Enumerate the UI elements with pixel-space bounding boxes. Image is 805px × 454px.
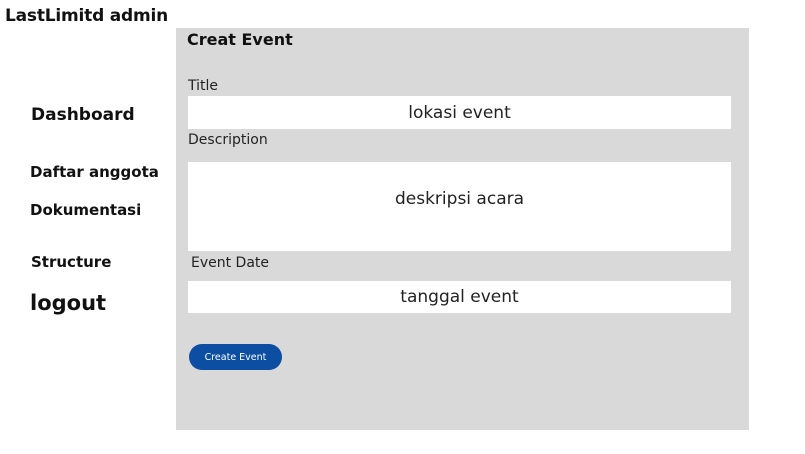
description-textarea[interactable]: deskripsi acara [188,162,731,251]
title-label: Title [188,78,219,94]
logout-link[interactable]: logout [30,291,106,315]
create-event-button[interactable]: Create Event [189,344,282,370]
sidebar-item-dokumentasi[interactable]: Dokumentasi [30,201,141,219]
description-label: Description [188,132,268,148]
app-title: LastLimitd admin [5,6,169,26]
panel-title: Creat Event [187,30,293,49]
event-date-input[interactable]: tanggal event [188,281,731,313]
sidebar-item-dashboard[interactable]: Dashboard [31,105,135,125]
create-event-panel: Creat Event Title lokasi event Descripti… [176,28,749,430]
sidebar-item-structure[interactable]: Structure [31,253,111,271]
sidebar-item-daftar-anggota[interactable]: Daftar anggota [30,163,159,181]
title-input[interactable]: lokasi event [188,96,731,129]
event-date-label: Event Date [191,255,270,271]
